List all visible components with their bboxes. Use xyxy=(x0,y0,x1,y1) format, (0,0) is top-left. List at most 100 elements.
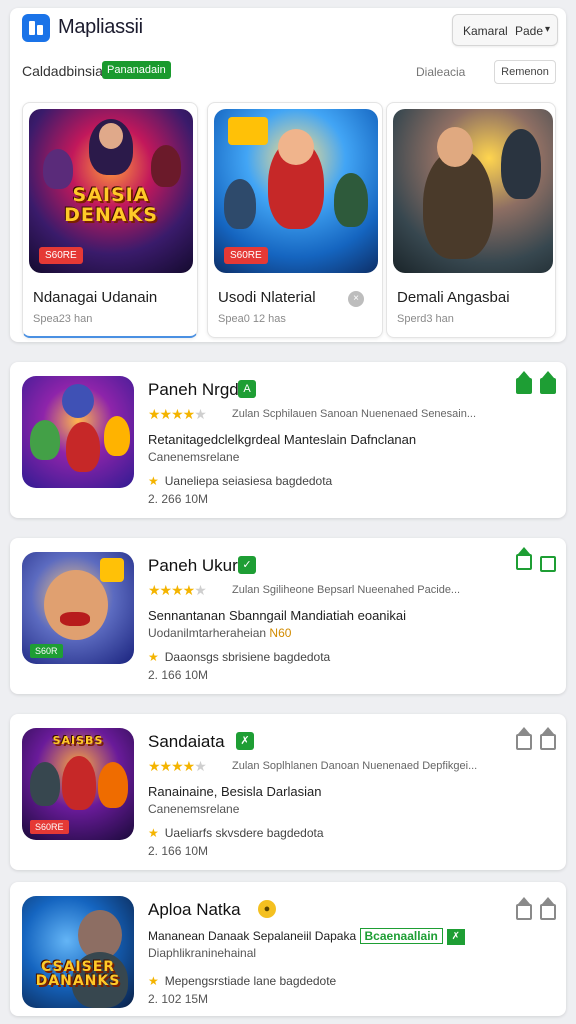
meta-text: Uaneliepa seiasiesa bagdedota xyxy=(164,474,333,488)
side-figure xyxy=(43,149,73,189)
category-row: Caldadbinsia Pananadain Dialeacia Remeno… xyxy=(10,60,566,86)
bookmark-icon[interactable] xyxy=(540,727,556,750)
app-thumbnail: S60R xyxy=(22,552,134,664)
list-item[interactable]: SAISBS S60RE Sandaiata ✗ ★★★★★ Zulan Sop… xyxy=(10,714,566,870)
bookmark-icon[interactable] xyxy=(540,897,556,920)
star-icon: ★ xyxy=(148,474,159,488)
hero-face xyxy=(437,127,473,167)
developer-name: Uodanilmtarheraheian N60 xyxy=(148,626,291,640)
thumbnail-title: CSAISER DANANKS xyxy=(35,959,121,989)
character-figure xyxy=(30,420,60,460)
featured-name: Usodi Nlaterial xyxy=(218,289,316,306)
tag-icon: ✓ xyxy=(238,556,256,574)
hero-face xyxy=(278,129,314,165)
character-mouth xyxy=(60,612,90,626)
close-icon[interactable]: × xyxy=(348,291,364,307)
header-menu-dropdown[interactable]: Kamaral Pade ▾ xyxy=(452,14,558,46)
star-rating: ★★★★★ xyxy=(148,582,207,598)
character-figure xyxy=(66,422,100,472)
featured-card[interactable]: SAISIA DENAKS S60RE Ndanagai Udanain Spe… xyxy=(22,102,198,338)
app-size: 2. 102 15M xyxy=(148,992,209,1006)
app-thumbnail: SAISBS S60RE xyxy=(22,728,134,840)
price-badge: S60RE xyxy=(39,247,83,264)
featured-card[interactable]: S60RE Usodi Nlaterial × Spea0 12 has xyxy=(207,102,383,338)
rating-text: Zulan Sgiliheone Bepsarl Nueenahed Pacid… xyxy=(232,584,461,596)
app-header: Mapliassii Kamaral Pade ▾ xyxy=(10,8,566,48)
featured-artwork xyxy=(393,109,553,273)
rating-text: Zulan Scphilauen Sanoan Nuenenaed Senesa… xyxy=(232,408,477,420)
category-badge[interactable]: Pananadain xyxy=(102,61,171,79)
side-figure xyxy=(501,129,541,199)
list-item[interactable]: CSAISER DANANKS Aploa Natka ● Mananean D… xyxy=(10,882,566,1016)
star-rating: ★★★★★ xyxy=(148,758,207,774)
developer-name: Diaphlikraninehainal xyxy=(148,946,257,960)
app-title[interactable]: Aploa Natka xyxy=(148,900,241,920)
meta-text: Uaeliarfs skvsdere bagdedota xyxy=(164,826,324,840)
home-icon[interactable] xyxy=(516,727,532,750)
app-title[interactable]: Paneh Ukur xyxy=(148,556,238,576)
app-meta: ★ Uaneliepa seiasiesa bagdedota xyxy=(148,474,332,488)
coin-icon: ● xyxy=(258,900,276,918)
app-thumbnail: CSAISER DANANKS xyxy=(22,896,134,1008)
emblem xyxy=(100,558,124,582)
meta-text: Mepengsrstiade lane bagdedote xyxy=(164,974,337,988)
character-figure xyxy=(104,416,130,456)
header-menu-item-2[interactable]: Pade xyxy=(515,24,543,38)
star-icon: ★ xyxy=(148,974,159,988)
character-figure xyxy=(98,762,128,808)
featured-subtitle: Sperd3 han xyxy=(397,313,454,325)
close-icon: ✗ xyxy=(446,928,465,945)
star-icon: ★ xyxy=(148,826,159,840)
description-text: Mananean Danaak Sepalaneiil Dapaka xyxy=(148,929,357,943)
emblem xyxy=(228,117,268,145)
home-icon[interactable] xyxy=(516,371,532,394)
featured-name: Ndanagai Udanain xyxy=(33,289,158,306)
developer-text: Uodanilmtarheraheian xyxy=(148,626,267,640)
app-logo-icon[interactable] xyxy=(22,14,50,42)
character-figure xyxy=(62,384,94,418)
app-thumbnail xyxy=(22,376,134,488)
side-figure xyxy=(224,179,256,229)
star-rating: ★★★★★ xyxy=(148,406,207,422)
featured-card[interactable]: Demali Angasbai Sperd3 han xyxy=(386,102,556,338)
app-size: 2. 166 10M xyxy=(148,668,209,682)
artwork-title: SAISIA DENAKS xyxy=(64,184,158,226)
featured-artwork: S60RE xyxy=(214,109,378,273)
thumbnail-title: SAISBS xyxy=(52,734,104,747)
category-label: Caldadbinsia xyxy=(22,63,103,79)
app-title[interactable]: Paneh Nrgd xyxy=(148,380,239,400)
chevron-down-icon: ▾ xyxy=(545,24,551,35)
character-figure xyxy=(44,570,108,640)
header-menu-item-1[interactable]: Kamaral xyxy=(463,24,508,38)
app-title: Mapliassii xyxy=(58,16,143,38)
home-icon[interactable] xyxy=(516,897,532,920)
developer-highlight: N60 xyxy=(269,626,292,640)
description-badge: Bcaenaallain xyxy=(359,928,443,944)
side-figure xyxy=(334,173,368,227)
app-meta: ★ Uaeliarfs skvsdere bagdedota xyxy=(148,826,324,840)
tag-icon: ✗ xyxy=(236,732,254,750)
app-title[interactable]: Sandaiata xyxy=(148,732,225,752)
rating-text: Zulan Soplhlanen Danoan Nuenenaed Depfik… xyxy=(232,760,478,772)
featured-subtitle: Spea0 12 has xyxy=(218,313,286,325)
app-meta: ★ Daaonsgs sbrisiene bagdedota xyxy=(148,650,330,664)
featured-subtitle: Spea23 han xyxy=(33,313,93,325)
featured-panel: Mapliassii Kamaral Pade ▾ Caldadbinsia P… xyxy=(10,8,566,342)
app-description: Sennantanan Sbanngail Mandiatiah eoanika… xyxy=(148,608,407,623)
app-size: 2. 166 10M xyxy=(148,844,209,858)
tag-icon: A xyxy=(238,380,256,398)
category-link[interactable]: Dialeacia xyxy=(416,65,465,79)
character-figure xyxy=(62,756,96,810)
featured-name: Demali Angasbai xyxy=(397,289,510,306)
list-item[interactable]: Paneh Nrgd A ★★★★★ Zulan Scphilauen Sano… xyxy=(10,362,566,518)
list-item[interactable]: S60R Paneh Ukur ✓ ★★★★★ Zulan Sgiliheone… xyxy=(10,538,566,694)
meta-text: Daaonsgs sbrisiene bagdedota xyxy=(164,650,331,664)
home-icon[interactable] xyxy=(516,547,532,570)
character-figure xyxy=(30,762,60,806)
free-badge: S60R xyxy=(30,644,63,658)
bookmark-icon[interactable] xyxy=(540,556,556,572)
bookmark-icon[interactable] xyxy=(540,371,556,394)
category-button[interactable]: Remenon xyxy=(494,60,556,84)
app-description: Mananean Danaak Sepalaneiil Dapaka Bcaen… xyxy=(148,928,465,945)
price-badge: S60RE xyxy=(30,820,69,834)
